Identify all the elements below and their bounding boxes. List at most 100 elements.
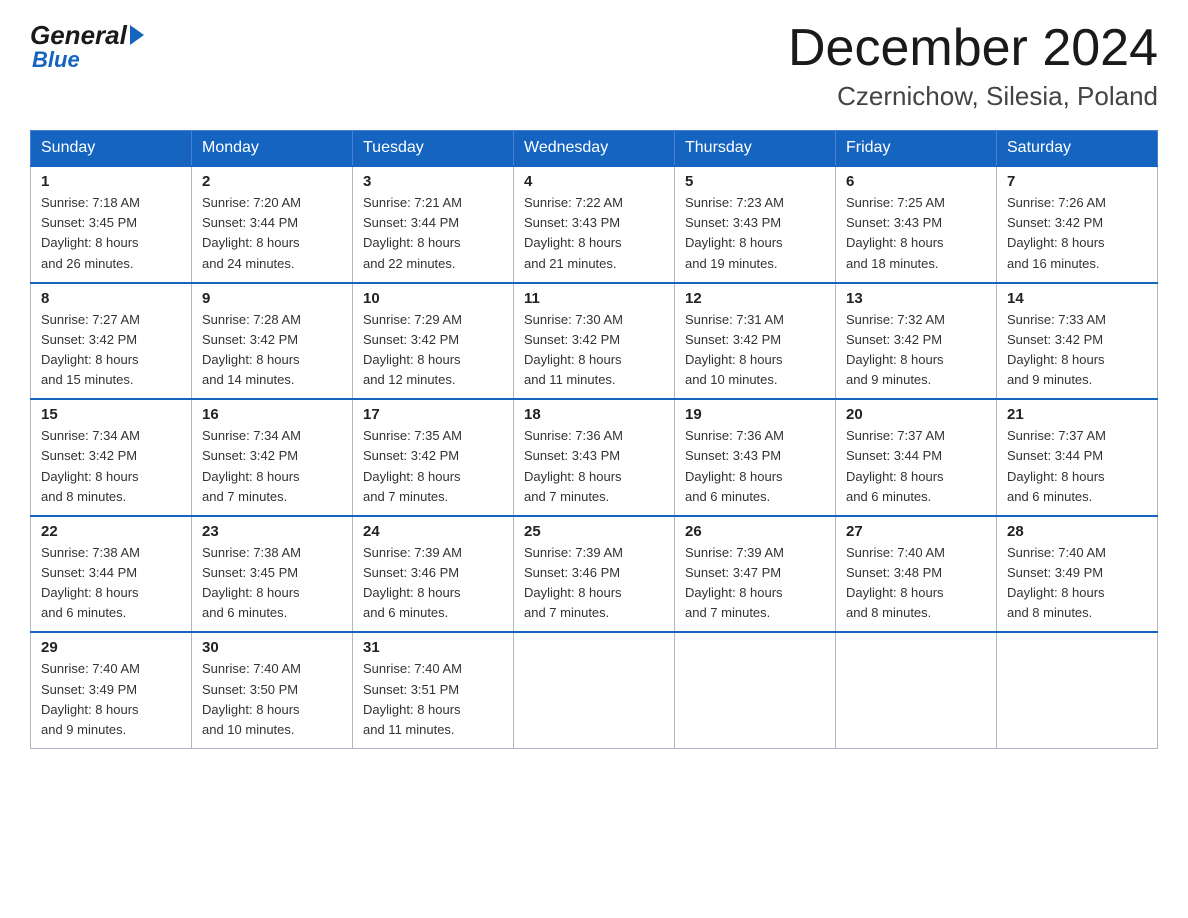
- day-number: 27: [846, 523, 986, 540]
- day-info: Sunrise: 7:39 AM Sunset: 3:47 PM Dayligh…: [685, 543, 825, 624]
- calendar-day-cell: 30 Sunrise: 7:40 AM Sunset: 3:50 PM Dayl…: [192, 632, 353, 748]
- calendar-day-cell: 18 Sunrise: 7:36 AM Sunset: 3:43 PM Dayl…: [514, 399, 675, 516]
- calendar-week-row: 22 Sunrise: 7:38 AM Sunset: 3:44 PM Dayl…: [31, 516, 1158, 633]
- day-info: Sunrise: 7:32 AM Sunset: 3:42 PM Dayligh…: [846, 310, 986, 391]
- page-header: General Blue December 2024 Czernichow, S…: [30, 20, 1158, 112]
- weekday-header-monday: Monday: [192, 131, 353, 167]
- calendar-day-cell: 5 Sunrise: 7:23 AM Sunset: 3:43 PM Dayli…: [675, 166, 836, 283]
- day-info: Sunrise: 7:36 AM Sunset: 3:43 PM Dayligh…: [524, 426, 664, 507]
- day-info: Sunrise: 7:38 AM Sunset: 3:44 PM Dayligh…: [41, 543, 181, 624]
- page-subtitle: Czernichow, Silesia, Poland: [788, 81, 1158, 112]
- day-info: Sunrise: 7:40 AM Sunset: 3:50 PM Dayligh…: [202, 659, 342, 740]
- calendar-day-cell: 1 Sunrise: 7:18 AM Sunset: 3:45 PM Dayli…: [31, 166, 192, 283]
- logo: General Blue: [30, 20, 144, 73]
- day-number: 14: [1007, 290, 1147, 307]
- day-info: Sunrise: 7:39 AM Sunset: 3:46 PM Dayligh…: [524, 543, 664, 624]
- weekday-header-sunday: Sunday: [31, 131, 192, 167]
- calendar-day-cell: 12 Sunrise: 7:31 AM Sunset: 3:42 PM Dayl…: [675, 283, 836, 400]
- day-info: Sunrise: 7:27 AM Sunset: 3:42 PM Dayligh…: [41, 310, 181, 391]
- day-info: Sunrise: 7:30 AM Sunset: 3:42 PM Dayligh…: [524, 310, 664, 391]
- calendar-day-cell: [836, 632, 997, 748]
- day-info: Sunrise: 7:37 AM Sunset: 3:44 PM Dayligh…: [1007, 426, 1147, 507]
- day-info: Sunrise: 7:34 AM Sunset: 3:42 PM Dayligh…: [202, 426, 342, 507]
- day-number: 11: [524, 290, 664, 307]
- day-number: 6: [846, 173, 986, 190]
- calendar-day-cell: 21 Sunrise: 7:37 AM Sunset: 3:44 PM Dayl…: [997, 399, 1158, 516]
- day-number: 10: [363, 290, 503, 307]
- day-info: Sunrise: 7:18 AM Sunset: 3:45 PM Dayligh…: [41, 193, 181, 274]
- day-number: 18: [524, 406, 664, 423]
- day-number: 26: [685, 523, 825, 540]
- day-number: 22: [41, 523, 181, 540]
- day-number: 21: [1007, 406, 1147, 423]
- day-info: Sunrise: 7:21 AM Sunset: 3:44 PM Dayligh…: [363, 193, 503, 274]
- calendar-day-cell: [675, 632, 836, 748]
- calendar-week-row: 8 Sunrise: 7:27 AM Sunset: 3:42 PM Dayli…: [31, 283, 1158, 400]
- logo-blue-text: Blue: [32, 47, 80, 73]
- calendar-week-row: 1 Sunrise: 7:18 AM Sunset: 3:45 PM Dayli…: [31, 166, 1158, 283]
- calendar-day-cell: 8 Sunrise: 7:27 AM Sunset: 3:42 PM Dayli…: [31, 283, 192, 400]
- calendar-day-cell: [997, 632, 1158, 748]
- calendar-day-cell: 13 Sunrise: 7:32 AM Sunset: 3:42 PM Dayl…: [836, 283, 997, 400]
- day-number: 9: [202, 290, 342, 307]
- calendar-week-row: 15 Sunrise: 7:34 AM Sunset: 3:42 PM Dayl…: [31, 399, 1158, 516]
- day-number: 25: [524, 523, 664, 540]
- day-info: Sunrise: 7:40 AM Sunset: 3:51 PM Dayligh…: [363, 659, 503, 740]
- day-number: 12: [685, 290, 825, 307]
- day-number: 30: [202, 639, 342, 656]
- weekday-header-saturday: Saturday: [997, 131, 1158, 167]
- day-number: 20: [846, 406, 986, 423]
- day-info: Sunrise: 7:37 AM Sunset: 3:44 PM Dayligh…: [846, 426, 986, 507]
- day-info: Sunrise: 7:26 AM Sunset: 3:42 PM Dayligh…: [1007, 193, 1147, 274]
- day-info: Sunrise: 7:33 AM Sunset: 3:42 PM Dayligh…: [1007, 310, 1147, 391]
- day-info: Sunrise: 7:25 AM Sunset: 3:43 PM Dayligh…: [846, 193, 986, 274]
- calendar-day-cell: 16 Sunrise: 7:34 AM Sunset: 3:42 PM Dayl…: [192, 399, 353, 516]
- calendar-day-cell: 23 Sunrise: 7:38 AM Sunset: 3:45 PM Dayl…: [192, 516, 353, 633]
- calendar-day-cell: 11 Sunrise: 7:30 AM Sunset: 3:42 PM Dayl…: [514, 283, 675, 400]
- day-number: 13: [846, 290, 986, 307]
- weekday-header-row: SundayMondayTuesdayWednesdayThursdayFrid…: [31, 131, 1158, 167]
- calendar-day-cell: 22 Sunrise: 7:38 AM Sunset: 3:44 PM Dayl…: [31, 516, 192, 633]
- day-info: Sunrise: 7:38 AM Sunset: 3:45 PM Dayligh…: [202, 543, 342, 624]
- day-number: 17: [363, 406, 503, 423]
- day-number: 29: [41, 639, 181, 656]
- calendar-table: SundayMondayTuesdayWednesdayThursdayFrid…: [30, 130, 1158, 749]
- calendar-day-cell: 15 Sunrise: 7:34 AM Sunset: 3:42 PM Dayl…: [31, 399, 192, 516]
- day-number: 7: [1007, 173, 1147, 190]
- title-block: December 2024 Czernichow, Silesia, Polan…: [788, 20, 1158, 112]
- page-title: December 2024: [788, 20, 1158, 77]
- weekday-header-friday: Friday: [836, 131, 997, 167]
- calendar-day-cell: 31 Sunrise: 7:40 AM Sunset: 3:51 PM Dayl…: [353, 632, 514, 748]
- logo-arrow-icon: [130, 25, 144, 45]
- day-info: Sunrise: 7:35 AM Sunset: 3:42 PM Dayligh…: [363, 426, 503, 507]
- calendar-day-cell: 17 Sunrise: 7:35 AM Sunset: 3:42 PM Dayl…: [353, 399, 514, 516]
- calendar-day-cell: 28 Sunrise: 7:40 AM Sunset: 3:49 PM Dayl…: [997, 516, 1158, 633]
- day-info: Sunrise: 7:40 AM Sunset: 3:48 PM Dayligh…: [846, 543, 986, 624]
- day-info: Sunrise: 7:36 AM Sunset: 3:43 PM Dayligh…: [685, 426, 825, 507]
- calendar-day-cell: 27 Sunrise: 7:40 AM Sunset: 3:48 PM Dayl…: [836, 516, 997, 633]
- day-info: Sunrise: 7:22 AM Sunset: 3:43 PM Dayligh…: [524, 193, 664, 274]
- calendar-week-row: 29 Sunrise: 7:40 AM Sunset: 3:49 PM Dayl…: [31, 632, 1158, 748]
- day-number: 23: [202, 523, 342, 540]
- day-number: 28: [1007, 523, 1147, 540]
- calendar-day-cell: 25 Sunrise: 7:39 AM Sunset: 3:46 PM Dayl…: [514, 516, 675, 633]
- day-number: 4: [524, 173, 664, 190]
- day-info: Sunrise: 7:40 AM Sunset: 3:49 PM Dayligh…: [1007, 543, 1147, 624]
- calendar-day-cell: [514, 632, 675, 748]
- day-info: Sunrise: 7:31 AM Sunset: 3:42 PM Dayligh…: [685, 310, 825, 391]
- day-number: 2: [202, 173, 342, 190]
- day-number: 16: [202, 406, 342, 423]
- calendar-day-cell: 26 Sunrise: 7:39 AM Sunset: 3:47 PM Dayl…: [675, 516, 836, 633]
- calendar-day-cell: 2 Sunrise: 7:20 AM Sunset: 3:44 PM Dayli…: [192, 166, 353, 283]
- day-number: 1: [41, 173, 181, 190]
- calendar-day-cell: 4 Sunrise: 7:22 AM Sunset: 3:43 PM Dayli…: [514, 166, 675, 283]
- day-number: 19: [685, 406, 825, 423]
- day-info: Sunrise: 7:34 AM Sunset: 3:42 PM Dayligh…: [41, 426, 181, 507]
- weekday-header-tuesday: Tuesday: [353, 131, 514, 167]
- calendar-day-cell: 20 Sunrise: 7:37 AM Sunset: 3:44 PM Dayl…: [836, 399, 997, 516]
- calendar-day-cell: 3 Sunrise: 7:21 AM Sunset: 3:44 PM Dayli…: [353, 166, 514, 283]
- calendar-day-cell: 14 Sunrise: 7:33 AM Sunset: 3:42 PM Dayl…: [997, 283, 1158, 400]
- calendar-day-cell: 24 Sunrise: 7:39 AM Sunset: 3:46 PM Dayl…: [353, 516, 514, 633]
- day-number: 15: [41, 406, 181, 423]
- calendar-day-cell: 9 Sunrise: 7:28 AM Sunset: 3:42 PM Dayli…: [192, 283, 353, 400]
